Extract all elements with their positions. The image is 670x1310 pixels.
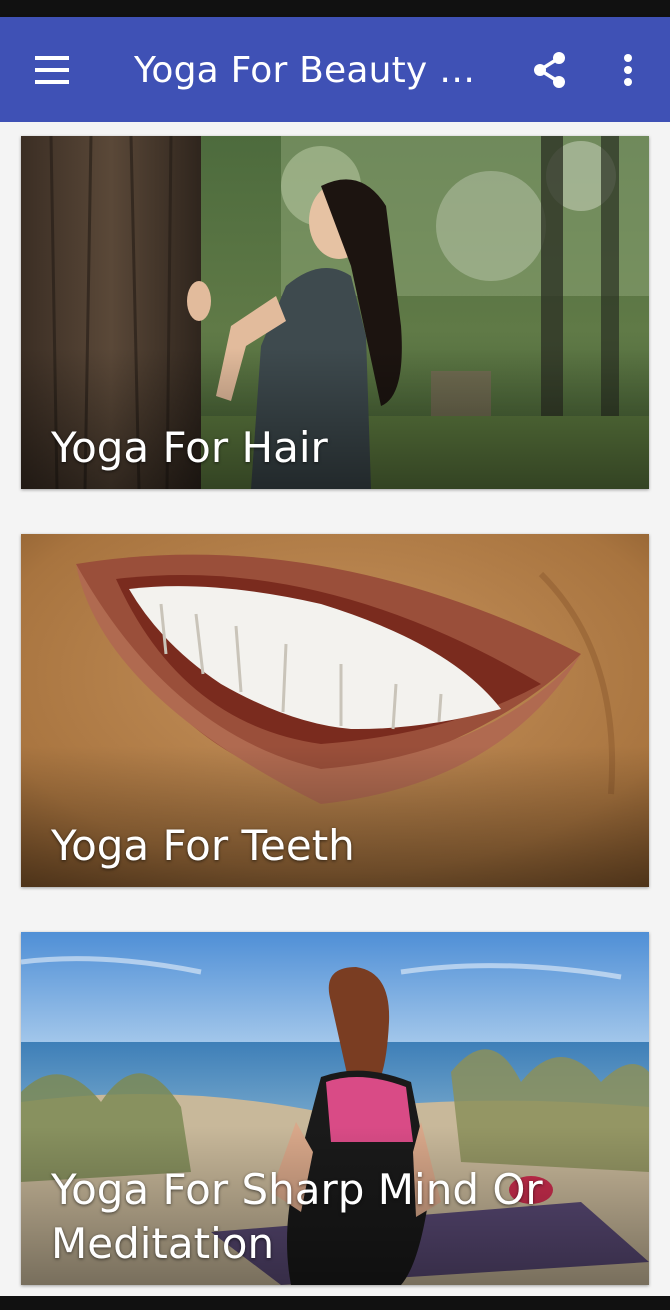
navigation-bar bbox=[0, 1296, 670, 1310]
card-yoga-for-sharp-mind[interactable]: Yoga For Sharp Mind Or Meditation bbox=[21, 932, 649, 1285]
card-label: Yoga For Sharp Mind Or Meditation bbox=[51, 1165, 543, 1268]
more-vert-icon[interactable] bbox=[612, 49, 644, 93]
app-bar: Yoga For Beauty An... bbox=[0, 17, 670, 122]
card-yoga-for-teeth[interactable]: Yoga For Teeth bbox=[21, 534, 649, 887]
card-yoga-for-hair[interactable]: Yoga For Hair bbox=[21, 136, 649, 489]
share-icon[interactable] bbox=[528, 49, 572, 93]
card-label: Yoga For Teeth bbox=[51, 821, 355, 870]
status-bar bbox=[0, 0, 670, 17]
app-title: Yoga For Beauty An... bbox=[134, 50, 494, 91]
menu-icon[interactable] bbox=[30, 53, 74, 87]
card-list: Yoga For Hair Yoga For Teeth Yoga For Sh… bbox=[0, 122, 670, 1296]
card-label: Yoga For Hair bbox=[51, 423, 328, 472]
